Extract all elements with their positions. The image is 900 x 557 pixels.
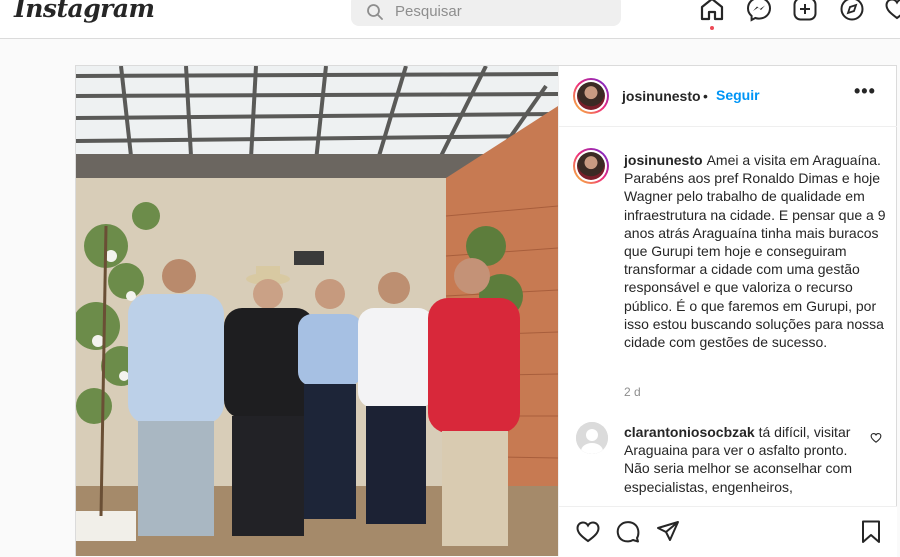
default-user-icon (576, 422, 608, 454)
post-caption: josinunesto Amei a visita em Araguaína. P… (624, 151, 886, 351)
top-navigation-bar: Instagram Pesquisar (0, 0, 900, 39)
comment-author-username[interactable]: clarantoniosocbzak (624, 424, 755, 440)
group-photo-illustration (76, 66, 558, 556)
search-box[interactable]: Pesquisar (351, 0, 621, 26)
active-indicator (710, 26, 714, 30)
post-timestamp[interactable]: 2 d (624, 385, 641, 399)
post-header: josinunesto • Seguir ••• (559, 66, 897, 127)
comment-like-heart-icon[interactable] (870, 432, 882, 444)
caption-author-avatar[interactable] (573, 148, 609, 184)
messenger-icon[interactable] (746, 0, 772, 22)
instagram-logo[interactable]: Instagram (14, 0, 155, 23)
comment-icon[interactable] (615, 519, 641, 545)
author-username[interactable]: josinunesto (622, 88, 701, 104)
post-card: josinunesto • Seguir ••• josinunesto Amei… (75, 65, 897, 557)
post-actions-bar (559, 506, 897, 557)
comment-item: clarantoniosocbzak tá difícil, visitar A… (624, 423, 856, 497)
new-post-icon[interactable] (792, 0, 818, 22)
share-icon[interactable] (655, 519, 681, 545)
post-photo[interactable] (76, 66, 558, 556)
follow-button[interactable]: Seguir (716, 87, 760, 103)
search-icon (367, 4, 383, 20)
explore-icon[interactable] (839, 0, 865, 22)
commenter-avatar[interactable] (576, 422, 608, 454)
like-heart-icon[interactable] (575, 519, 601, 545)
save-bookmark-icon[interactable] (859, 519, 883, 545)
separator-dot: • (703, 88, 708, 104)
search-input[interactable]: Pesquisar (395, 3, 462, 20)
home-icon[interactable] (699, 0, 725, 22)
post-side-panel: josinunesto • Seguir ••• josinunesto Amei… (558, 66, 897, 557)
more-options-icon[interactable]: ••• (854, 81, 882, 109)
caption-text: Amei a visita em Araguaína. Parabéns aos… (624, 152, 886, 351)
caption-author-username[interactable]: josinunesto (624, 152, 703, 168)
author-avatar[interactable] (573, 78, 609, 114)
activity-heart-icon[interactable] (884, 0, 900, 22)
